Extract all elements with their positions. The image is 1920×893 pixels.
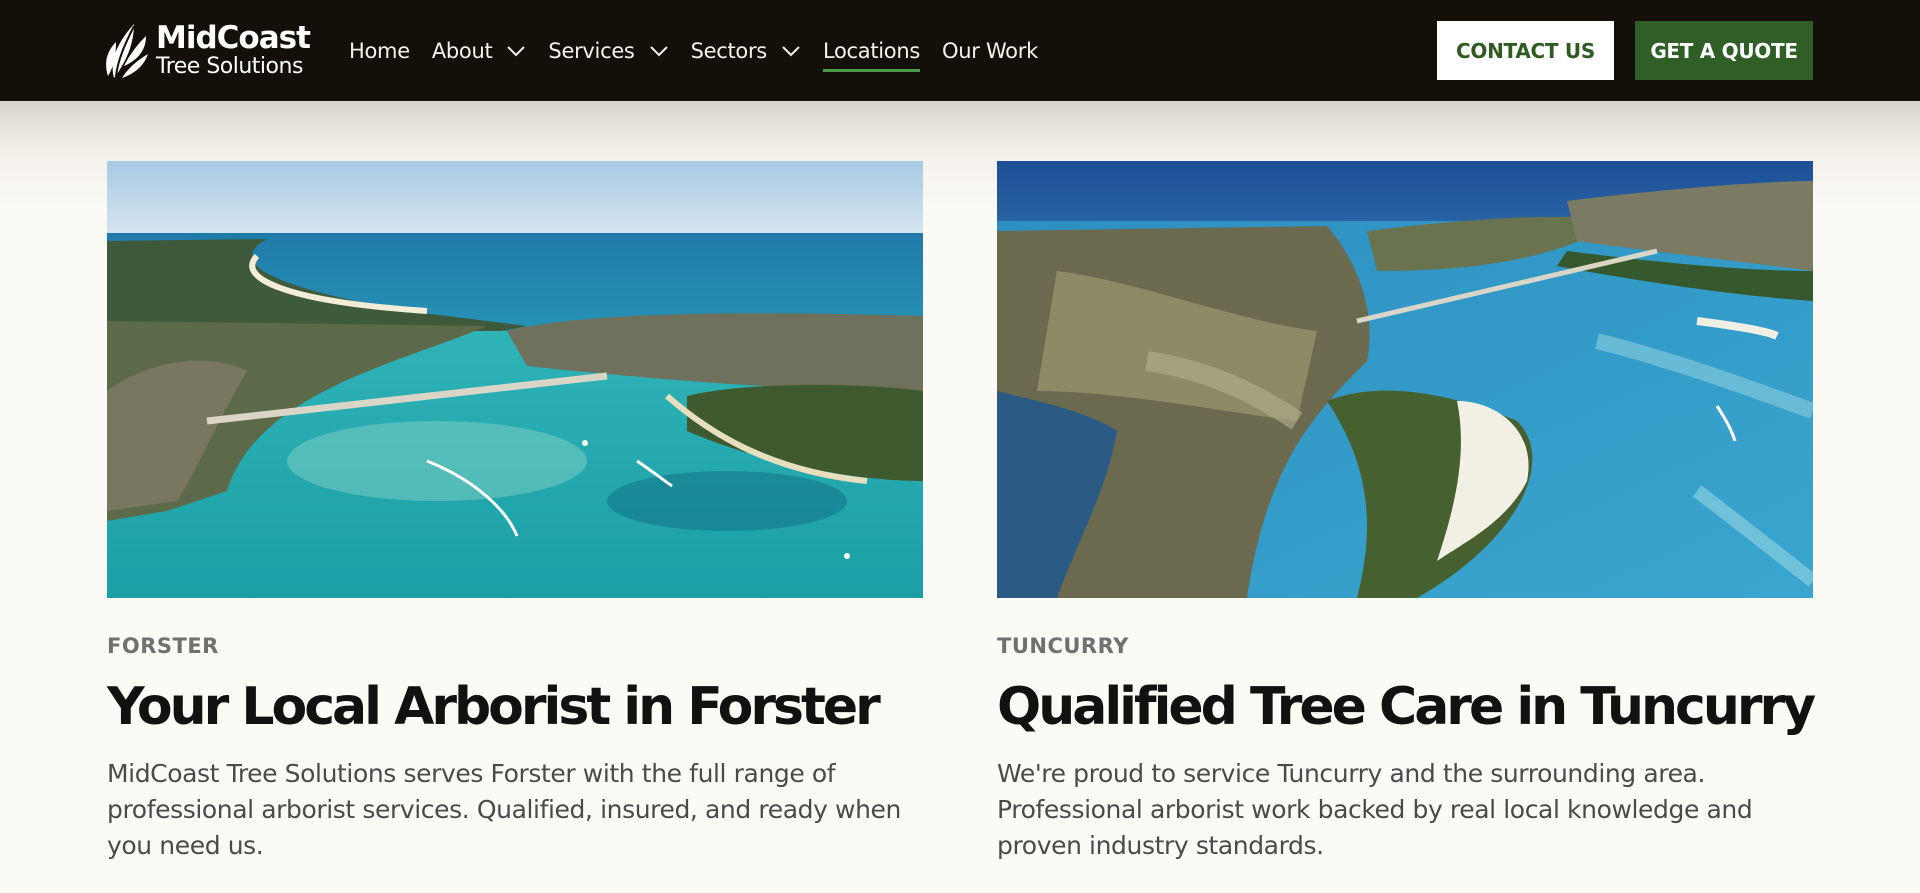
logo-name-line2: Tree Solutions: [156, 53, 303, 79]
logo-wordmark: MidCoast Tree Solutions: [156, 19, 311, 79]
leaf-logo-icon: [106, 24, 148, 78]
site-header: MidCoast Tree Solutions Home About Servi…: [0, 0, 1920, 101]
nav-item-our-work[interactable]: Our Work: [942, 39, 1038, 63]
location-eyebrow: FORSTER: [107, 634, 219, 658]
nav-item-home[interactable]: Home: [349, 39, 410, 63]
location-title: Your Local Arborist in Forster: [107, 677, 881, 737]
location-image-forster: [107, 161, 923, 598]
location-title: Qualified Tree Care in Tuncurry: [997, 677, 1816, 737]
get-a-quote-button[interactable]: GET A QUOTE: [1635, 21, 1813, 80]
nav-item-label: Home: [349, 38, 410, 63]
location-image-tuncurry: [997, 161, 1813, 598]
location-description: We're proud to service Tuncurry and the …: [997, 758, 1753, 860]
chevron-down-icon: [507, 45, 526, 56]
chevron-down-icon: [649, 45, 668, 56]
nav-item-about[interactable]: About: [432, 39, 527, 63]
location-card-tuncurry: TUNCURRY Qualified Tree Care in Tuncurry…: [997, 161, 1816, 864]
logo-name-line1: MidCoast: [156, 19, 311, 56]
chevron-down-icon: [782, 45, 800, 56]
site-logo[interactable]: MidCoast Tree Solutions: [104, 19, 311, 80]
nav-item-locations[interactable]: Locations: [822, 38, 920, 72]
nav-item-label: Our Work: [942, 38, 1038, 63]
nav-item-sectors[interactable]: Sectors: [691, 39, 801, 63]
main-nav: Home About Services Sectors Locations Ou…: [349, 0, 1060, 101]
location-description: MidCoast Tree Solutions serves Forster w…: [107, 758, 901, 860]
nav-item-label: Services: [548, 38, 635, 63]
nav-item-label: Sectors: [690, 38, 768, 63]
nav-item-label: Locations: [822, 38, 920, 63]
location-card-forster: FORSTER Your Local Arborist in Forster M…: [107, 161, 923, 864]
aerial-photo-forster: [107, 161, 923, 598]
location-eyebrow: TUNCURRY: [997, 634, 1129, 658]
nav-item-label: About: [431, 38, 493, 63]
aerial-photo-tuncurry: [997, 161, 1813, 598]
nav-item-services[interactable]: Services: [548, 39, 668, 63]
contact-us-button[interactable]: CONTACT US: [1437, 21, 1614, 80]
